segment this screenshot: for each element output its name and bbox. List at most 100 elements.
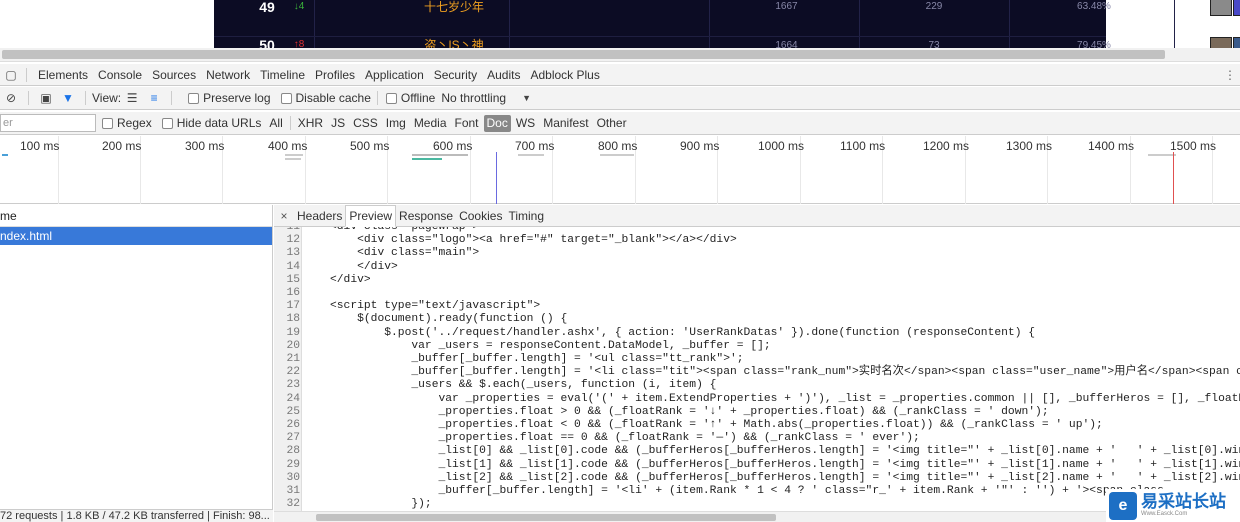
- tab-sources[interactable]: Sources: [147, 64, 201, 86]
- filter-type-img[interactable]: Img: [383, 115, 409, 132]
- code-line: _list[1] && _list[1].code && (_bufferHer…: [330, 458, 1240, 471]
- code-line: var _properties = eval('(' + item.Extend…: [330, 392, 1240, 405]
- filter-type-js[interactable]: JS: [328, 115, 348, 132]
- clear-icon[interactable]: ⊘: [0, 91, 22, 105]
- tab-timeline[interactable]: Timeline: [255, 64, 310, 86]
- offline-label: Offline: [400, 91, 436, 105]
- preserve-log-checkbox[interactable]: [188, 92, 200, 104]
- filter-type-manifest[interactable]: Manifest: [540, 115, 591, 132]
- line-number: 18: [286, 313, 300, 326]
- tab-console[interactable]: Console: [93, 64, 147, 86]
- timeline-tick: 900 ms: [680, 139, 720, 153]
- filter-type-ws[interactable]: WS: [513, 115, 538, 132]
- code-line: $.post('../request/handler.ashx', { acti…: [330, 326, 1036, 339]
- waterfall-bar: [518, 154, 544, 156]
- status-bar: 72 requests | 1.8 KB / 47.2 KB transferr…: [0, 509, 273, 522]
- filter-bar: er Regex Hide data URLs All XHR JS CSS I…: [0, 112, 1240, 135]
- filter-type-doc[interactable]: Doc: [483, 114, 511, 132]
- scrollbar-thumb[interactable]: [316, 514, 776, 521]
- line-number: 32: [286, 498, 300, 511]
- tab-response[interactable]: Response: [396, 205, 456, 227]
- timeline-overview[interactable]: 100 ms 200 ms 300 ms 400 ms 500 ms 600 m…: [0, 136, 1240, 204]
- rank-table: 49 ↓4 十七岁少年 1667 229 63.48% 50 ↑8 盗丶IS丶神…: [214, 0, 1240, 55]
- filter-type-all[interactable]: All: [266, 115, 285, 132]
- rank-change: ↓4: [293, 1, 305, 12]
- waterfall-view-icon[interactable]: ≡: [143, 91, 165, 105]
- offline-checkbox[interactable]: [385, 92, 397, 104]
- chevron-down-icon[interactable]: ▼: [522, 93, 531, 103]
- waterfall-bar: [2, 154, 8, 156]
- device-toolbar-icon[interactable]: ▢: [0, 64, 22, 86]
- regex-checkbox[interactable]: [102, 117, 113, 129]
- timeline-tick: 200 ms: [102, 139, 142, 153]
- tab-elements[interactable]: Elements: [33, 64, 93, 86]
- code-preview[interactable]: 11 12 13 14 15 16 17 18 19 20 21 22 23 24 25 26 27 28 29 30…: [274, 227, 1240, 511]
- timeline-tick: 1500 ms: [1170, 139, 1217, 153]
- user-name: 十七岁少年: [423, 0, 484, 14]
- disable-cache-checkbox[interactable]: [280, 92, 292, 104]
- timeline-tick: 100 ms: [20, 139, 60, 153]
- line-number: 14: [286, 260, 300, 273]
- timeline-tick: 600 ms: [433, 139, 473, 153]
- tab-security[interactable]: Security: [429, 64, 482, 86]
- tab-network[interactable]: Network: [201, 64, 255, 86]
- timeline-tick: 1300 ms: [1006, 139, 1053, 153]
- screenshot-icon[interactable]: ▣: [35, 91, 57, 105]
- tab-adblock-plus[interactable]: Adblock Plus: [525, 64, 604, 86]
- waterfall-bar: [600, 154, 634, 156]
- filter-type-xhr[interactable]: XHR: [295, 115, 326, 132]
- line-number-gutter: 11 12 13 14 15 16 17 18 19 20 21 22 23 24 25 26 27 28 29 30…: [274, 227, 302, 511]
- tab-cookies[interactable]: Cookies: [456, 205, 505, 227]
- line-number: 11: [286, 227, 300, 233]
- filter-type-media[interactable]: Media: [411, 115, 450, 132]
- tab-preview[interactable]: Preview: [345, 205, 397, 227]
- tab-application[interactable]: Application: [360, 64, 429, 86]
- code-horizontal-scrollbar[interactable]: [274, 511, 1240, 522]
- throttling-select[interactable]: No throttling: [441, 91, 506, 105]
- scrollbar-thumb[interactable]: [2, 50, 1165, 59]
- tab-audits[interactable]: Audits: [482, 64, 525, 86]
- website-preview: 49 ↓4 十七岁少年 1667 229 63.48% 50 ↑8 盗丶IS丶神…: [0, 0, 1240, 55]
- timeline-tick: 1200 ms: [923, 139, 970, 153]
- filter-type-other[interactable]: Other: [594, 115, 630, 132]
- code-line: _properties.float < 0 && (_floatRank = '…: [330, 419, 1103, 431]
- code-line: <div class="pageWrap">: [330, 227, 480, 233]
- timeline-tick: 1100 ms: [840, 139, 886, 153]
- line-number: 28: [286, 445, 300, 458]
- line-number: 25: [286, 405, 300, 418]
- timeline-tick: 500 ms: [350, 139, 390, 153]
- more-icon[interactable]: ⋮: [1224, 68, 1236, 82]
- hide-data-urls-checkbox[interactable]: [161, 117, 173, 129]
- devtools-tabbar: ▢ Elements Console Sources Network Timel…: [0, 64, 1240, 86]
- code-line: $(document).ready(function () {: [330, 313, 568, 326]
- screen: 49 ↓4 十七岁少年 1667 229 63.48% 50 ↑8 盗丶IS丶神…: [0, 0, 1240, 522]
- timeline-tick: 700 ms: [515, 139, 555, 153]
- rank-row: 49 ↓4 十七岁少年 1667 229 63.48%: [214, 0, 1240, 23]
- close-icon[interactable]: ×: [274, 209, 294, 223]
- line-number: 12: [286, 234, 300, 247]
- filter-type-font[interactable]: Font: [452, 115, 482, 132]
- waterfall-bar: [1148, 154, 1176, 156]
- code-line: _users && $.each(_users, function (i, it…: [330, 379, 717, 392]
- waterfall-bar: [285, 158, 301, 160]
- preserve-log-label: Preserve log: [203, 91, 271, 105]
- code-line: <div class="main">: [330, 247, 480, 260]
- line-number: 19: [286, 326, 300, 339]
- line-number: 29: [286, 458, 300, 471]
- line-number: 21: [286, 353, 300, 365]
- tab-headers[interactable]: Headers: [294, 205, 345, 227]
- page-horizontal-scrollbar[interactable]: [0, 48, 1240, 62]
- network-toolbar: ⊘ ▣ ▼ View: ☰ ≡ Preserve log Disable cac…: [0, 87, 1240, 110]
- regex-label: Regex: [117, 116, 152, 130]
- tab-timing[interactable]: Timing: [505, 205, 547, 227]
- name-column-header[interactable]: me: [0, 205, 272, 227]
- timeline-tick: 400 ms: [268, 139, 308, 153]
- line-number: 24: [286, 392, 300, 405]
- request-row[interactable]: ndex.html: [0, 227, 272, 245]
- line-number: 30: [286, 471, 300, 484]
- filter-type-css[interactable]: CSS: [350, 115, 381, 132]
- tab-profiles[interactable]: Profiles: [310, 64, 360, 86]
- filter-icon[interactable]: ▼: [57, 91, 79, 105]
- filter-input[interactable]: er: [0, 114, 96, 132]
- list-view-icon[interactable]: ☰: [121, 91, 143, 105]
